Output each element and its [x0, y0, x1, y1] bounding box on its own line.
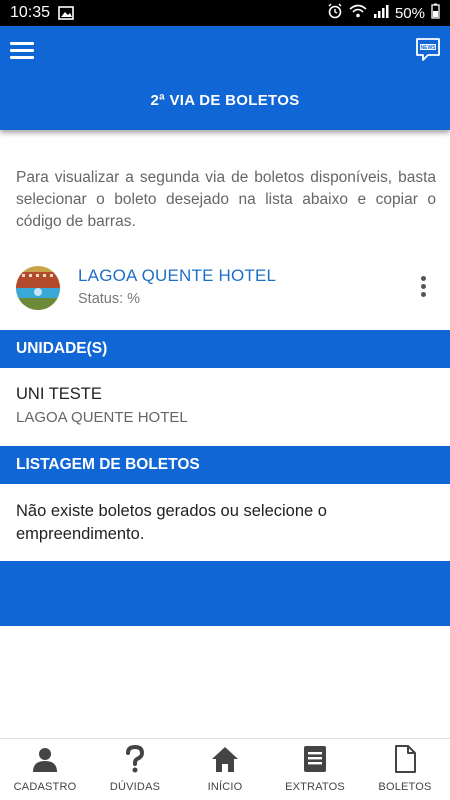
gallery-notification-icon: [58, 6, 74, 20]
battery-text: 50%: [394, 4, 425, 22]
empty-boletos-message: Não existe boletos gerados ou selecione …: [16, 502, 327, 543]
nav-label: CADASTRO: [13, 781, 77, 793]
venture-status: Status: %: [78, 291, 141, 307]
status-time: 10:35: [10, 4, 51, 21]
app-bar: NEWS 2ª VIA DE BOLETOS: [0, 26, 450, 130]
svg-text:NEWS: NEWS: [421, 45, 437, 51]
nav-label: DÚVIDAS: [109, 781, 161, 793]
nav-cadastro[interactable]: CADASTRO: [0, 739, 90, 800]
battery-icon: [431, 3, 440, 23]
hotel-thumbnail: [16, 266, 60, 310]
nav-label: EXTRATOS: [285, 781, 345, 793]
signal-icon: [373, 4, 389, 22]
menu-icon[interactable]: [10, 40, 34, 60]
status-right: 50%: [327, 3, 440, 23]
home-icon: [212, 747, 238, 772]
nav-label: BOLETOS: [378, 781, 432, 793]
file-icon: [395, 745, 416, 773]
nav-duvidas[interactable]: DÚVIDAS: [90, 739, 180, 800]
units-section-header: UNIDADE(S): [0, 330, 450, 368]
page-title: 2ª VIA DE BOLETOS: [150, 92, 300, 109]
footer-band: [0, 561, 450, 626]
venture-row[interactable]: LAGOA QUENTE HOTEL Status: %: [16, 264, 436, 312]
wifi-icon: [349, 4, 367, 22]
unit-venture: LAGOA QUENTE HOTEL: [16, 409, 188, 426]
bottom-nav: CADASTRO DÚVIDAS INÍCIO EXTRATOS BOLETOS: [0, 738, 450, 800]
unit-name: UNI TESTE: [16, 385, 102, 403]
user-icon: [33, 748, 57, 772]
more-options-icon[interactable]: [418, 276, 428, 302]
status-bar: 10:35 50%: [0, 0, 450, 26]
boletos-section-header: LISTAGEM DE BOLETOS: [0, 446, 450, 484]
question-icon: [126, 745, 145, 773]
nav-label: INÍCIO: [207, 781, 243, 793]
intro-text: Para visualizar a segunda via de boletos…: [16, 169, 436, 230]
nav-boletos[interactable]: BOLETOS: [360, 739, 450, 800]
nav-inicio[interactable]: INÍCIO: [180, 739, 270, 800]
news-icon[interactable]: NEWS: [414, 36, 442, 64]
document-list-icon: [304, 746, 326, 772]
venture-name[interactable]: LAGOA QUENTE HOTEL: [78, 266, 276, 286]
unit-item[interactable]: UNI TESTE LAGOA QUENTE HOTEL: [16, 385, 188, 426]
alarm-icon: [327, 3, 343, 23]
nav-extratos[interactable]: EXTRATOS: [270, 739, 360, 800]
